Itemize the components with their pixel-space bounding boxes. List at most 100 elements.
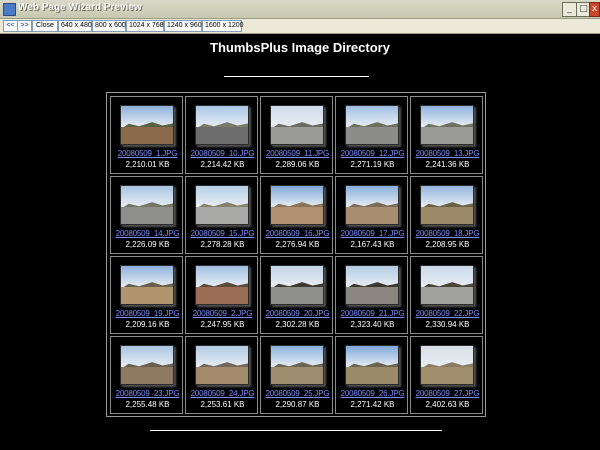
thumbnail-filename-link[interactable]: 20080509_10.JPG bbox=[186, 149, 259, 158]
thumbnail-filename-link[interactable]: 20080509_17.JPG bbox=[336, 229, 409, 238]
thumbnail-cell: 20080509_26.JPG 2,271.42 KB bbox=[335, 336, 408, 414]
thumbnail-cell: 20080509_15.JPG 2,278.28 KB bbox=[185, 176, 258, 254]
thumbnail-filename-link[interactable]: 20080509_11.JPG bbox=[261, 149, 334, 158]
thumbnail-image[interactable] bbox=[270, 185, 324, 225]
thumbnail-image[interactable] bbox=[270, 265, 324, 305]
thumbnail-image[interactable] bbox=[120, 185, 174, 225]
thumbnail-filename-link[interactable]: 20080509_21.JPG bbox=[336, 309, 409, 318]
thumbnail-image[interactable] bbox=[270, 105, 324, 145]
page-title: ThumbsPlus Image Directory bbox=[210, 40, 390, 55]
thumbnail-cell: 20080509_10.JPG 2,214.42 KB bbox=[185, 96, 258, 174]
thumbnail-filename-link[interactable]: 20080509_14.JPG bbox=[111, 229, 184, 238]
thumbnail-image[interactable] bbox=[120, 345, 174, 385]
thumbnail-image[interactable] bbox=[420, 105, 474, 145]
thumbnail-filename-link[interactable]: 20080509_1.JPG bbox=[111, 149, 184, 158]
thumbnail-filesize: 2,214.42 KB bbox=[200, 160, 245, 169]
thumbnail-image[interactable] bbox=[120, 105, 174, 145]
thumbnail-filesize: 2,278.28 KB bbox=[200, 240, 245, 249]
thumbnail-cell: 20080509_23.JPG 2,255.48 KB bbox=[110, 336, 183, 414]
size-640-button[interactable]: 640 x 480 bbox=[58, 20, 92, 32]
thumbnail-image[interactable] bbox=[420, 265, 474, 305]
thumbnail-cell: 20080509_12.JPG 2,271.19 KB bbox=[335, 96, 408, 174]
thumbnail-filesize: 2,241.36 KB bbox=[425, 160, 470, 169]
size-1600-button[interactable]: 1600 x 1200 bbox=[202, 20, 244, 32]
top-divider bbox=[224, 76, 369, 77]
preview-window: Web Page Wizard Preview _ □ x << >> Clos… bbox=[0, 0, 600, 450]
thumbnail-filename-link[interactable]: 20080509_19.JPG bbox=[111, 309, 184, 318]
thumbnail-filesize: 2,330.94 KB bbox=[425, 320, 470, 329]
page-content: ThumbsPlus Image Directory 20080509_1.JP… bbox=[0, 34, 600, 450]
thumbnail-filesize: 2,402.63 KB bbox=[425, 400, 470, 409]
thumbnail-image[interactable] bbox=[195, 105, 249, 145]
thumbnail-filename-link[interactable]: 20080509_16.JPG bbox=[261, 229, 334, 238]
thumbnail-filename-link[interactable]: 20080509_20.JPG bbox=[261, 309, 334, 318]
minimize-icon[interactable]: _ bbox=[562, 2, 577, 17]
size-1024-button[interactable]: 1024 x 768 bbox=[126, 20, 164, 32]
thumbnail-filename-link[interactable]: 20080509_18.JPG bbox=[411, 229, 484, 238]
close-button[interactable]: Close bbox=[32, 20, 58, 32]
thumbnail-image[interactable] bbox=[270, 345, 324, 385]
thumbnail-cell: 20080509_24.JPG 2,253.61 KB bbox=[185, 336, 258, 414]
thumbnail-image[interactable] bbox=[195, 345, 249, 385]
thumbnail-cell: 20080509_1.JPG 2,210.01 KB bbox=[110, 96, 183, 174]
thumbnail-filesize: 2,302.28 KB bbox=[275, 320, 320, 329]
close-icon[interactable]: x bbox=[589, 2, 600, 17]
thumbnail-image[interactable] bbox=[195, 265, 249, 305]
thumbnail-filename-link[interactable]: 20080509_23.JPG bbox=[111, 389, 184, 398]
thumbnail-cell: 20080509_27.JPG 2,402.63 KB bbox=[410, 336, 483, 414]
thumbnail-filesize: 2,276.94 KB bbox=[275, 240, 320, 249]
thumbnail-cell: 20080509_20.JPG 2,302.28 KB bbox=[260, 256, 333, 334]
thumbnail-cell: 20080509_13.JPG 2,241.36 KB bbox=[410, 96, 483, 174]
back-button[interactable]: << bbox=[3, 20, 18, 32]
thumbnail-cell: 20080509_19.JPG 2,209.16 KB bbox=[110, 256, 183, 334]
thumbnail-cell: 20080509_2.JPG 2,247.95 KB bbox=[185, 256, 258, 334]
thumbnail-cell: 20080509_14.JPG 2,226.09 KB bbox=[110, 176, 183, 254]
thumbnail-image[interactable] bbox=[345, 265, 399, 305]
thumbnail-cell: 20080509_25.JPG 2,290.87 KB bbox=[260, 336, 333, 414]
window-title: Web Page Wizard Preview bbox=[18, 2, 142, 13]
thumbnail-filesize: 2,271.42 KB bbox=[350, 400, 395, 409]
thumbnail-filename-link[interactable]: 20080509_22.JPG bbox=[411, 309, 484, 318]
app-icon bbox=[3, 3, 16, 16]
thumbnail-filesize: 2,167.43 KB bbox=[350, 240, 395, 249]
thumbnail-image[interactable] bbox=[195, 185, 249, 225]
bottom-divider bbox=[150, 430, 442, 431]
thumbnail-cell: 20080509_18.JPG 2,208.95 KB bbox=[410, 176, 483, 254]
thumbnail-filesize: 2,253.61 KB bbox=[200, 400, 245, 409]
thumbnail-filesize: 2,290.87 KB bbox=[275, 400, 320, 409]
thumbnail-filesize: 2,323.40 KB bbox=[350, 320, 395, 329]
thumbnail-image[interactable] bbox=[345, 185, 399, 225]
thumbnail-filesize: 2,247.95 KB bbox=[200, 320, 245, 329]
thumbnail-cell: 20080509_16.JPG 2,276.94 KB bbox=[260, 176, 333, 254]
thumbnail-filename-link[interactable]: 20080509_25.JPG bbox=[261, 389, 334, 398]
thumbnail-filesize: 2,209.16 KB bbox=[125, 320, 170, 329]
size-800-button[interactable]: 800 x 600 bbox=[92, 20, 126, 32]
thumbnail-filesize: 2,208.95 KB bbox=[425, 240, 470, 249]
thumbnail-filesize: 2,226.09 KB bbox=[125, 240, 170, 249]
size-1240-button[interactable]: 1240 x 960 bbox=[164, 20, 202, 32]
thumbnail-cell: 20080509_11.JPG 2,289.06 KB bbox=[260, 96, 333, 174]
thumbnail-image[interactable] bbox=[120, 265, 174, 305]
thumbnail-cell: 20080509_22.JPG 2,330.94 KB bbox=[410, 256, 483, 334]
thumbnail-image[interactable] bbox=[420, 185, 474, 225]
thumbnail-filename-link[interactable]: 20080509_13.JPG bbox=[411, 149, 484, 158]
title-bar: Web Page Wizard Preview _ □ x bbox=[0, 0, 600, 19]
thumbnail-image[interactable] bbox=[345, 105, 399, 145]
thumbnail-filename-link[interactable]: 20080509_15.JPG bbox=[186, 229, 259, 238]
thumbnail-filesize: 2,210.01 KB bbox=[125, 160, 170, 169]
thumbnail-filename-link[interactable]: 20080509_27.JPG bbox=[411, 389, 484, 398]
thumbnail-cell: 20080509_17.JPG 2,167.43 KB bbox=[335, 176, 408, 254]
thumbnail-filesize: 2,255.48 KB bbox=[125, 400, 170, 409]
thumbnail-filename-link[interactable]: 20080509_2.JPG bbox=[186, 309, 259, 318]
thumbnail-filename-link[interactable]: 20080509_24.JPG bbox=[186, 389, 259, 398]
preview-toolbar: << >> Close 640 x 480 800 x 600 1024 x 7… bbox=[0, 19, 600, 34]
thumbnail-cell: 20080509_21.JPG 2,323.40 KB bbox=[335, 256, 408, 334]
thumbnail-grid: 20080509_1.JPG 2,210.01 KB 20080509_10.JPG… bbox=[106, 92, 486, 417]
thumbnail-filename-link[interactable]: 20080509_26.JPG bbox=[336, 389, 409, 398]
thumbnail-image[interactable] bbox=[345, 345, 399, 385]
thumbnail-image[interactable] bbox=[420, 345, 474, 385]
thumbnail-filesize: 2,289.06 KB bbox=[275, 160, 320, 169]
thumbnail-filesize: 2,271.19 KB bbox=[350, 160, 395, 169]
forward-button[interactable]: >> bbox=[17, 20, 32, 32]
thumbnail-filename-link[interactable]: 20080509_12.JPG bbox=[336, 149, 409, 158]
